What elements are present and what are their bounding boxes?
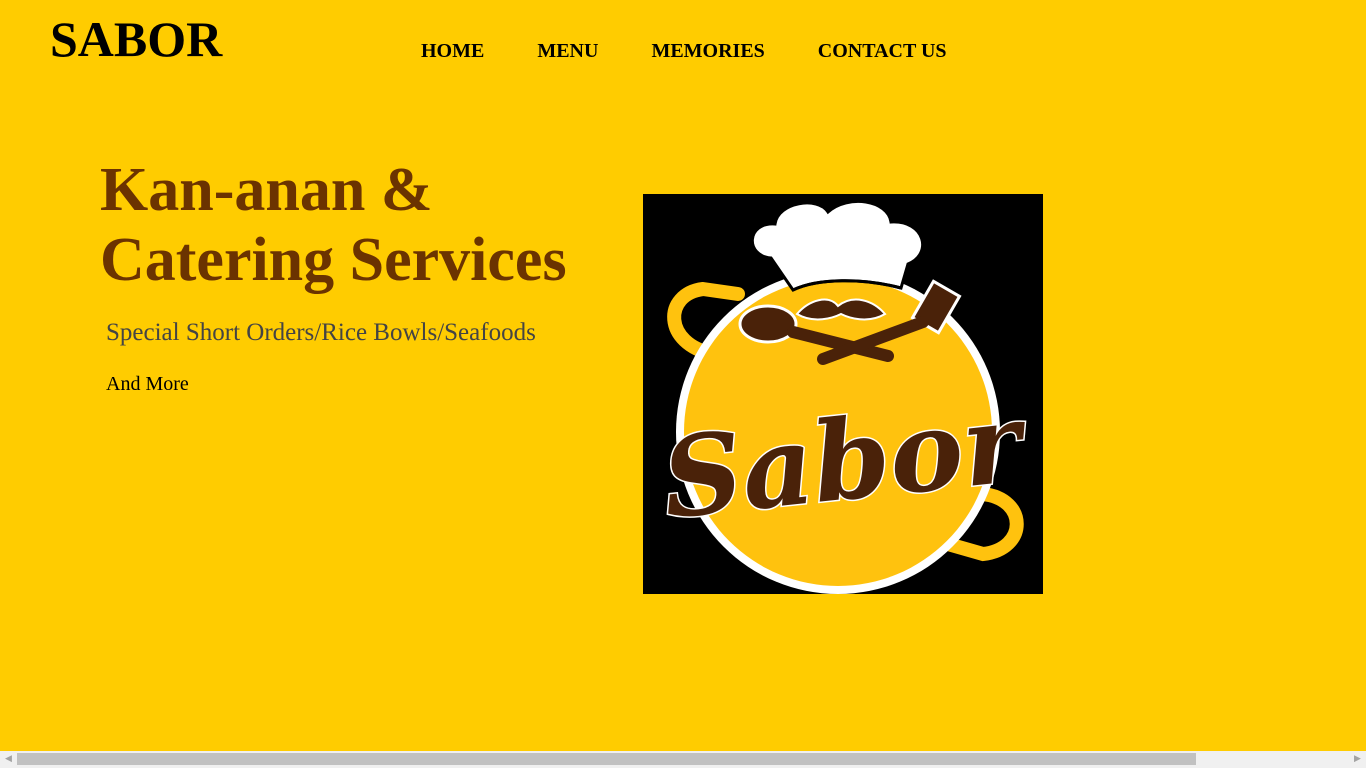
nav-memories[interactable]: MEMORIES xyxy=(651,39,764,63)
main-nav: HOME MENU MEMORIES CONTACT US xyxy=(421,39,1000,63)
nav-home[interactable]: HOME xyxy=(421,39,484,63)
nav-contact-us[interactable]: CONTACT US xyxy=(818,39,947,63)
hero-title: Kan-anan & Catering Services xyxy=(100,155,567,295)
hero-title-line-2: Catering Services xyxy=(100,226,567,294)
hero-title-line-1: Kan-anan & xyxy=(100,156,433,224)
scroll-right-icon[interactable]: ▶ xyxy=(1349,751,1366,768)
hero-more-text: And More xyxy=(106,373,189,395)
scroll-left-icon[interactable]: ◀ xyxy=(0,751,17,768)
site-logo-text[interactable]: SABOR xyxy=(50,14,222,64)
hero-subtitle: Special Short Orders/Rice Bowls/Seafoods xyxy=(106,319,536,346)
scrollbar-thumb[interactable] xyxy=(17,753,1196,765)
horizontal-scrollbar[interactable]: ◀ ▶ xyxy=(0,751,1366,768)
sabor-logo-image: Sabor xyxy=(643,194,1043,594)
nav-menu[interactable]: MENU xyxy=(537,39,598,63)
